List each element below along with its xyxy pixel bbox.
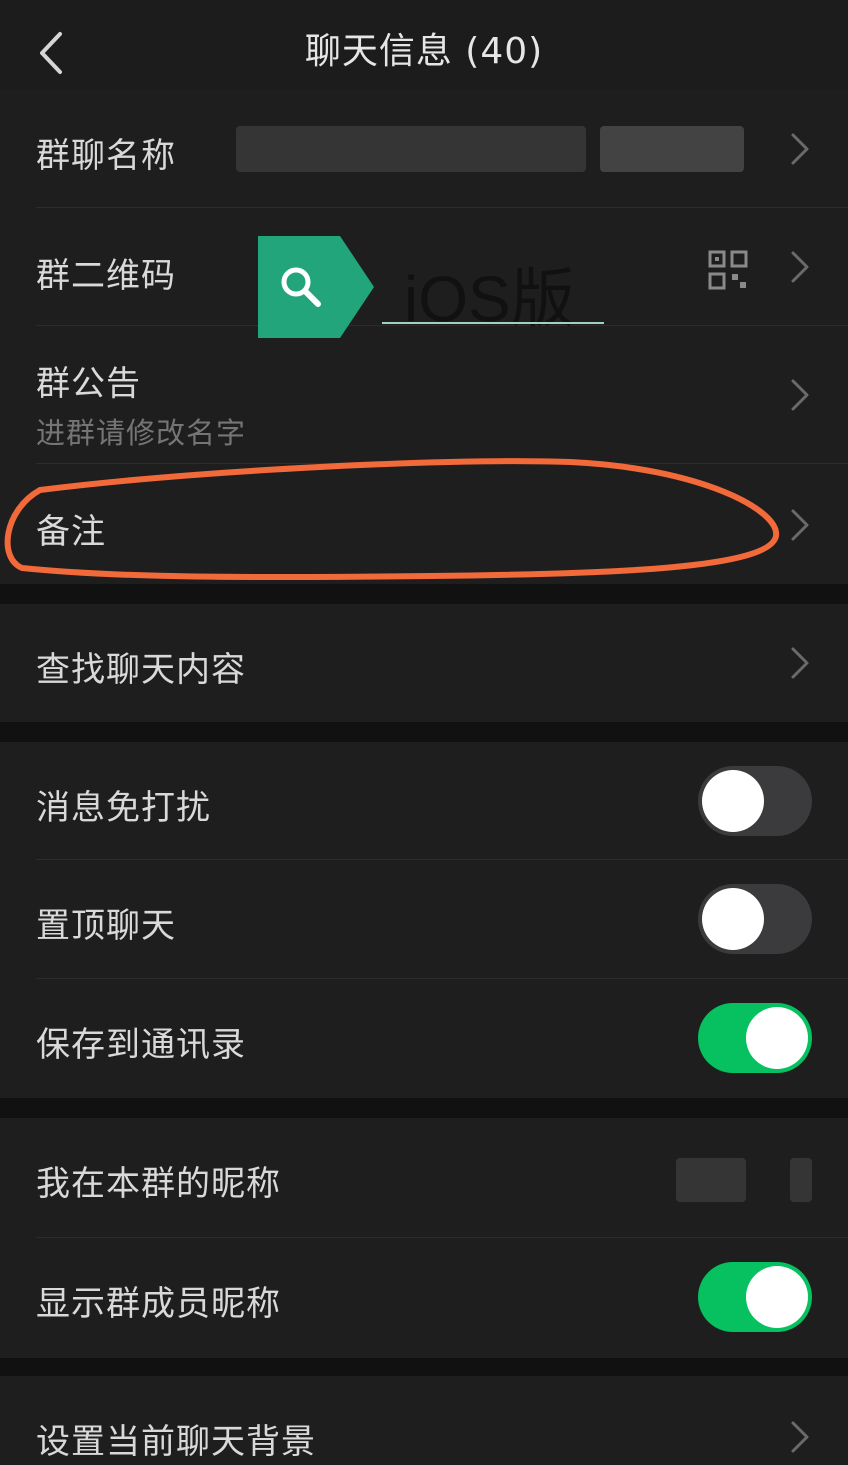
group-notice-value: 进群请修改名字: [36, 416, 247, 450]
chevron-right-icon: [791, 133, 809, 165]
background-section: 设置当前聊天背景: [0, 1376, 848, 1465]
chevron-right-icon: [791, 509, 809, 541]
toggles-section: 消息免打扰 置顶聊天 保存到通讯录: [0, 742, 848, 1098]
chevron-right-icon: [791, 1421, 809, 1453]
chat-background-row[interactable]: 设置当前聊天背景: [0, 1376, 848, 1465]
search-section: 查找聊天内容: [0, 604, 848, 722]
search-chat-row[interactable]: 查找聊天内容: [0, 604, 848, 722]
mute-toggle[interactable]: [698, 766, 812, 836]
group-name-label: 群聊名称: [36, 136, 176, 176]
sticky-row: 置顶聊天: [0, 860, 848, 979]
show-nickname-row: 显示群成员昵称: [0, 1238, 848, 1358]
sticky-toggle[interactable]: [698, 884, 812, 954]
chevron-right-icon: [791, 379, 809, 411]
show-nickname-toggle[interactable]: [698, 1262, 812, 1332]
sticky-label: 置顶聊天: [36, 906, 176, 946]
chevron-right-icon: [791, 251, 809, 283]
remark-label: 备注: [36, 512, 106, 552]
chevron-right-icon: [791, 647, 809, 679]
nickname-section: 我在本群的昵称 显示群成员昵称: [0, 1118, 848, 1358]
group-name-row[interactable]: 群聊名称: [0, 90, 848, 208]
mute-label: 消息免打扰: [36, 788, 211, 828]
save-contacts-label: 保存到通讯录: [36, 1025, 246, 1065]
page-title: 聊天信息 (40): [304, 31, 544, 72]
search-icon: [281, 267, 321, 307]
show-nickname-label: 显示群成员昵称: [36, 1284, 281, 1324]
ios-badge-text: iOS版: [404, 263, 575, 335]
save-contacts-toggle[interactable]: [698, 1003, 812, 1073]
chat-background-label: 设置当前聊天背景: [36, 1422, 316, 1462]
remark-row[interactable]: 备注: [0, 464, 848, 584]
my-nickname-label: 我在本群的昵称: [36, 1164, 281, 1204]
mute-row: 消息免打扰: [0, 742, 848, 860]
group-notice-label: 群公告: [36, 364, 141, 404]
save-contacts-row: 保存到通讯录: [0, 979, 848, 1098]
my-nickname-row[interactable]: 我在本群的昵称: [0, 1118, 848, 1238]
ios-version-badge: iOS版: [258, 236, 628, 338]
qr-code-icon: [708, 250, 748, 290]
search-chat-label: 查找聊天内容: [36, 650, 246, 690]
group-notice-row[interactable]: 群公告 进群请修改名字: [0, 326, 848, 464]
group-qrcode-label: 群二维码: [36, 256, 176, 296]
